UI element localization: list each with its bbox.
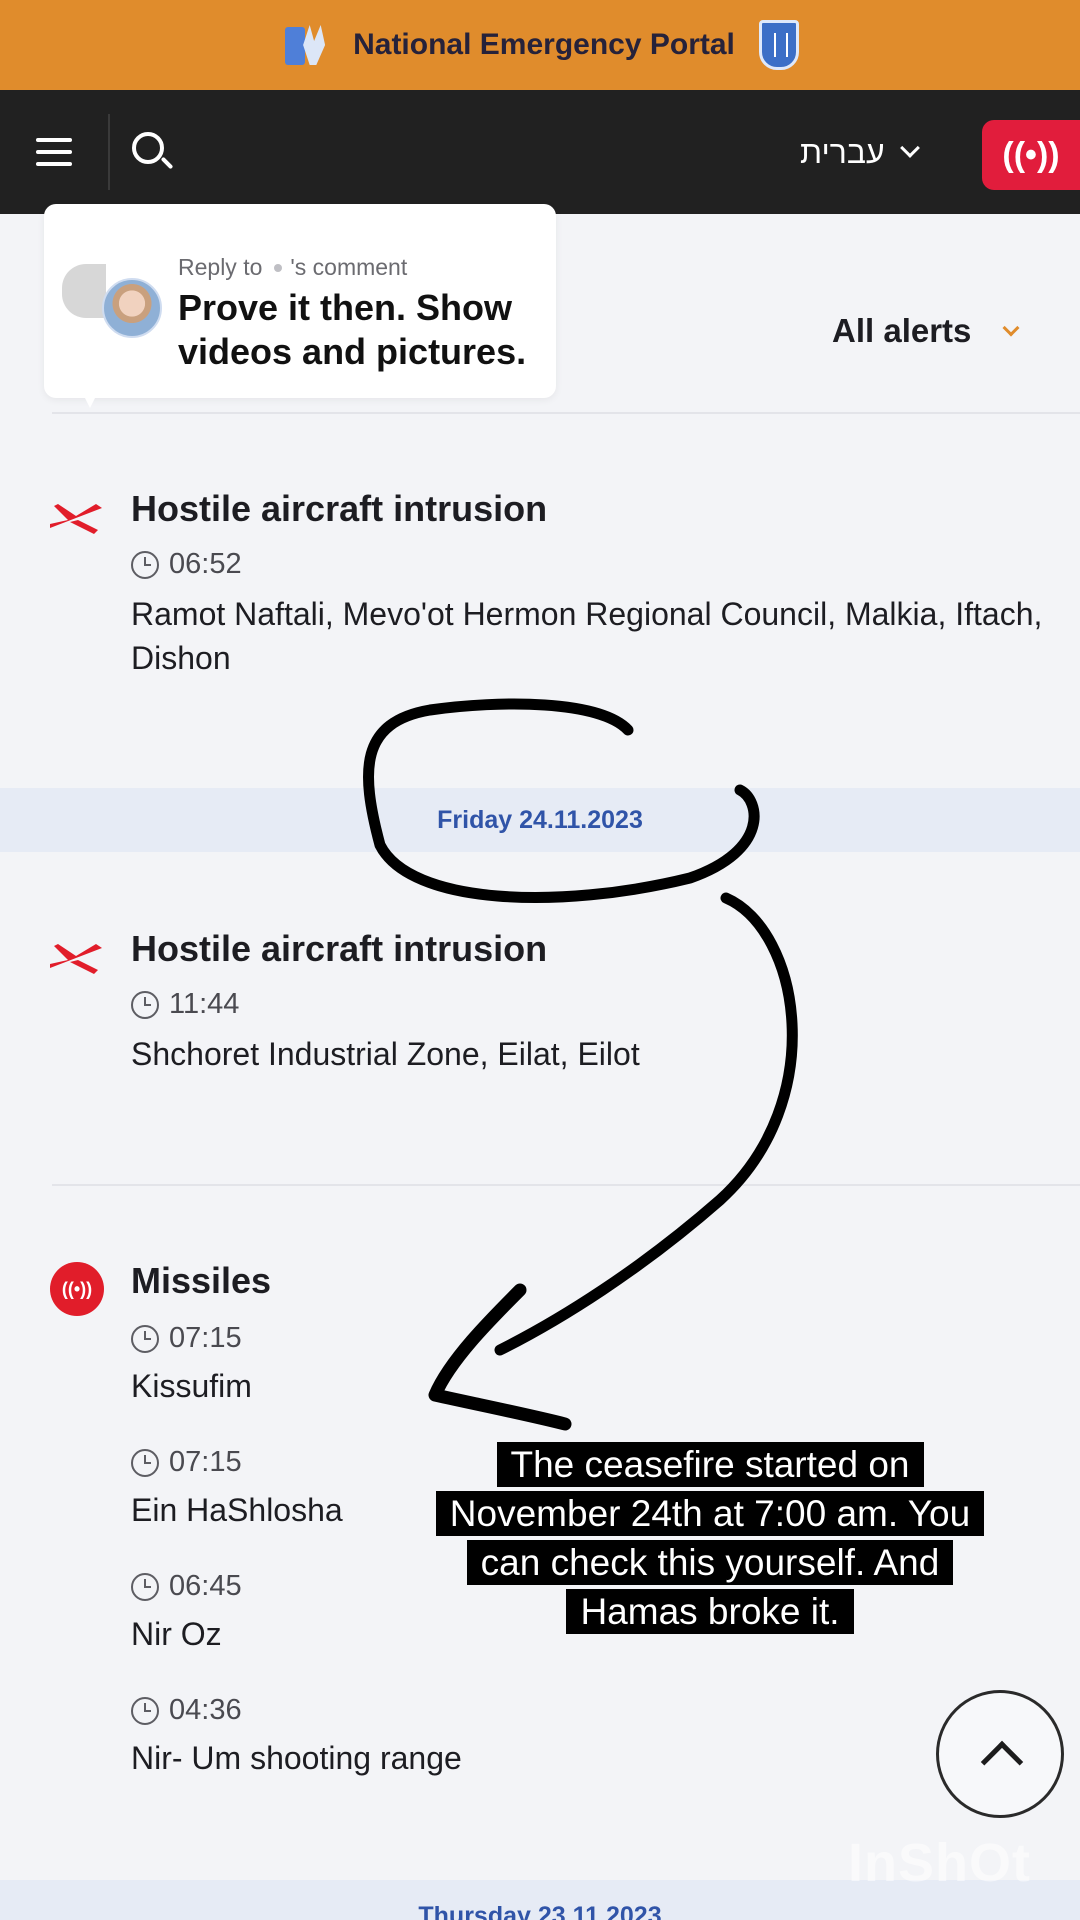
clock-icon [131, 990, 159, 1019]
alert-location: Ramot Naftali, Mevo'ot Hermon Regional C… [131, 596, 1043, 676]
alert-time: 07:15 [131, 1446, 242, 1479]
nav-divider [108, 114, 110, 190]
clock-icon [131, 1572, 159, 1601]
alert-filter-label: All alerts [832, 312, 972, 349]
alert-location: Nir Oz [131, 1616, 222, 1652]
watermark: InShOt [848, 1833, 1031, 1893]
alert-title: Hostile aircraft intrusion [131, 928, 548, 969]
alert-time-value: 04:36 [169, 1694, 242, 1726]
alert-location: Kissufim [131, 1368, 252, 1404]
alert-location: Nir- Um shooting range [131, 1740, 462, 1776]
navbar: עברית ((•)) [0, 90, 1080, 214]
avatar [102, 278, 162, 338]
home-front-logo-icon [281, 21, 329, 69]
state-emblem-icon [758, 20, 799, 70]
chevron-down-icon [899, 138, 920, 158]
alert-time: 04:36 [131, 1694, 242, 1727]
reply-suffix: 's comment [290, 254, 408, 280]
username-dot [274, 264, 283, 272]
alert-location: Ein HaShlosha [131, 1492, 343, 1528]
alert-title: Missiles [131, 1260, 272, 1301]
alert-time: 06:52 [131, 548, 242, 581]
alert-time-value: 06:45 [169, 1570, 242, 1602]
language-label: עברית [800, 133, 885, 170]
alert-time-value: 07:15 [169, 1446, 242, 1478]
divider [52, 1184, 1080, 1186]
portal-header: National Emergency Portal [0, 0, 1080, 90]
alert-time-value: 07:15 [169, 1322, 242, 1354]
divider [52, 412, 1080, 414]
clock-icon [131, 1696, 159, 1725]
date-separator: Friday 24.11.2023 [0, 788, 1080, 852]
caption-text: The ceasefire started on November 24th a… [435, 1442, 985, 1634]
scroll-to-top-button[interactable] [936, 1690, 1064, 1818]
aircraft-icon [50, 944, 102, 974]
alert-time: 11:44 [131, 988, 239, 1021]
live-alert-icon[interactable]: ((•)) [982, 120, 1080, 190]
alert-filter-dropdown[interactable]: All alerts [832, 312, 1020, 350]
missile-alert-icon: ((•)) [50, 1262, 104, 1316]
alert-time: 07:15 [131, 1322, 242, 1355]
menu-icon[interactable] [36, 138, 72, 166]
speech-tail [78, 384, 102, 408]
reply-prefix: Reply to [178, 254, 263, 280]
clock-icon [131, 1448, 159, 1477]
aircraft-icon [50, 504, 102, 534]
alert-title: Hostile aircraft intrusion [131, 488, 548, 529]
search-icon[interactable] [130, 130, 176, 176]
avatar-shadow [62, 264, 106, 318]
alert-time: 06:45 [131, 1570, 242, 1603]
video-caption: The ceasefire started on November 24th a… [430, 1440, 990, 1636]
clock-icon [131, 1324, 159, 1353]
language-selector[interactable]: עברית [800, 130, 920, 174]
clock-icon [131, 550, 159, 579]
reply-comment-card: Reply to 's comment Prove it then. Show v… [44, 204, 556, 408]
arrowhead-annotation [428, 1283, 572, 1431]
reply-text: Prove it then. Show videos and pictures. [178, 287, 527, 372]
chevron-up-icon [980, 1740, 1024, 1784]
alert-time-value: 11:44 [169, 988, 240, 1020]
alert-location: Shchoret Industrial Zone, Eilat, Eilot [131, 1036, 640, 1072]
reply-to-line: Reply to 's comment [178, 254, 407, 281]
portal-title: National Emergency Portal [353, 28, 735, 61]
alert-time-value: 06:52 [169, 548, 242, 580]
chevron-down-icon [1002, 319, 1020, 337]
